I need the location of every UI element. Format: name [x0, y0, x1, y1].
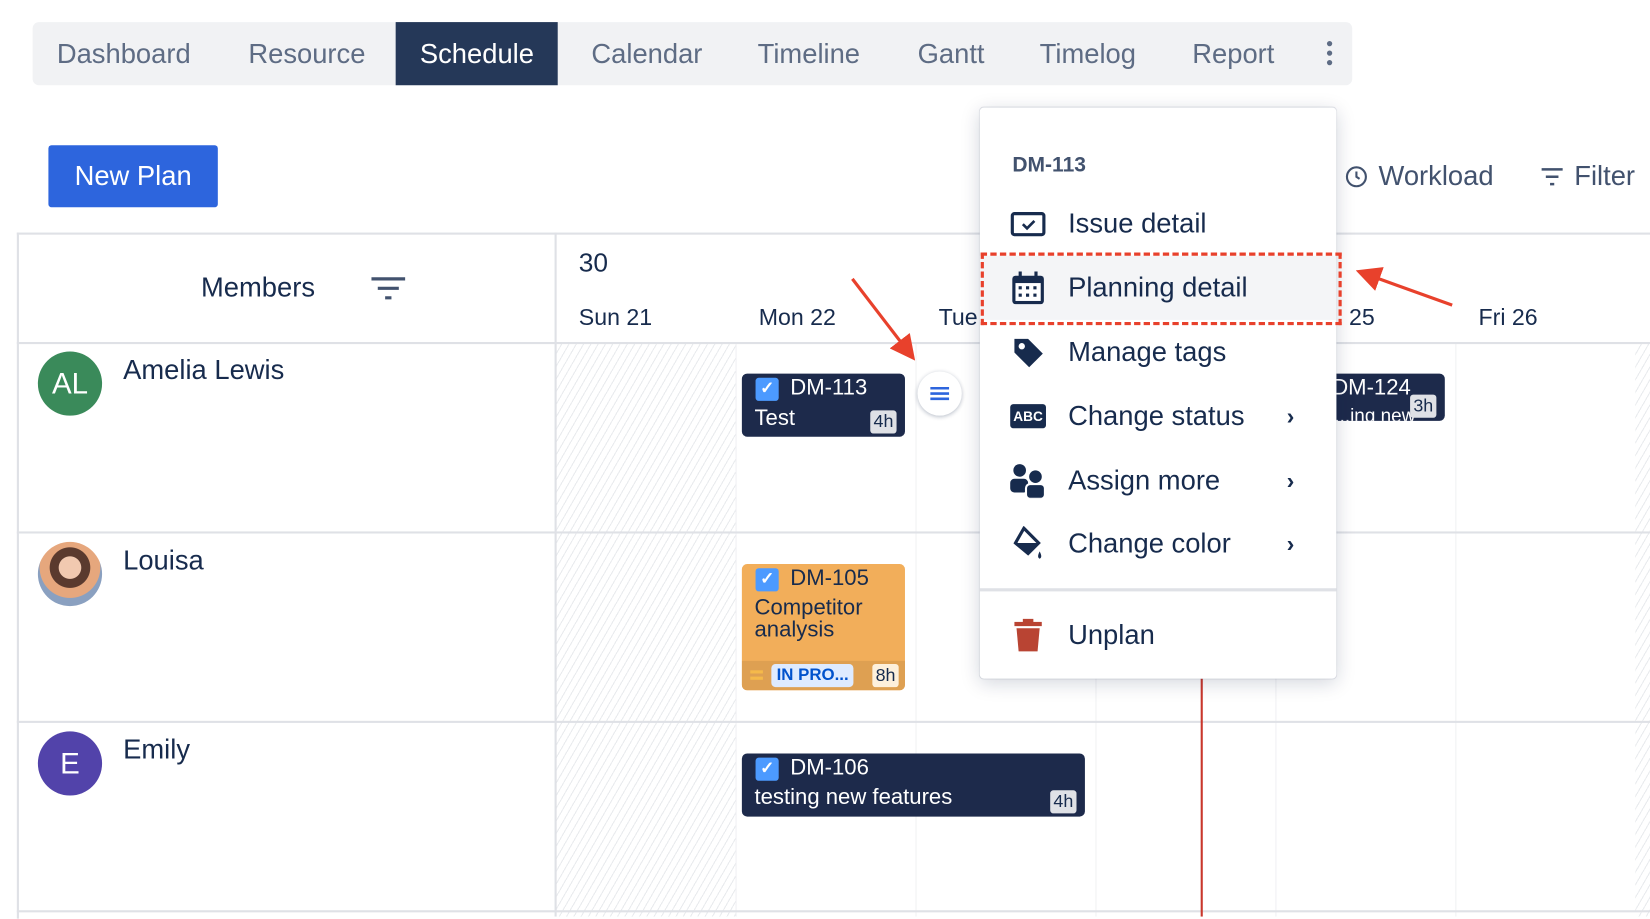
tag-icon — [1014, 338, 1043, 367]
weekend-column — [555, 343, 736, 917]
day-header: 25 — [1349, 304, 1375, 331]
menu-item-manage-tags[interactable]: Manage tags — [980, 320, 1337, 384]
avatar: E — [37, 731, 103, 796]
menu-item-label: Change status — [1068, 399, 1245, 432]
weekend-column — [1635, 343, 1650, 917]
avatar: AL — [37, 351, 103, 416]
status-badge: IN PRO... — [771, 664, 854, 688]
tab-calendar[interactable]: Calendar — [591, 22, 702, 85]
filter-label: Filter — [1574, 159, 1636, 192]
tab-report[interactable]: Report — [1192, 22, 1274, 85]
priority-medium-icon — [750, 670, 763, 680]
tab-gantt[interactable]: Gantt — [918, 22, 985, 85]
menu-item-change-color[interactable]: Change color › — [980, 511, 1337, 575]
clock-icon — [1345, 165, 1367, 187]
checkbox-icon: ✓ — [755, 757, 779, 781]
tab-resource[interactable]: Resource — [248, 22, 365, 85]
menu-item-unplan[interactable]: Unplan — [980, 603, 1337, 667]
abc-icon: ABC — [1010, 404, 1047, 429]
checkbox-icon: ✓ — [755, 568, 779, 592]
chevron-right-icon: › — [1286, 466, 1295, 494]
members-header: Members — [200, 271, 316, 304]
task-summary: Competitor analysis — [754, 595, 863, 642]
day-header: Fri 26 — [1478, 304, 1538, 331]
workload-button[interactable]: Workload — [1345, 160, 1494, 193]
issue-check-icon — [1010, 211, 1046, 236]
members-filter-icon[interactable] — [370, 276, 406, 301]
day-header: Tue — [938, 304, 978, 331]
task-key: DM-105 — [790, 566, 869, 591]
hours-badge: 8h — [872, 664, 899, 688]
task-summary: Test — [754, 406, 796, 431]
task-card[interactable]: ✓ DM-106 testing new features 4h — [741, 753, 1085, 817]
menu-lines-icon — [930, 387, 950, 401]
menu-item-issue-detail[interactable]: Issue detail — [980, 192, 1337, 256]
avatar — [37, 541, 103, 607]
workload-label: Workload — [1378, 159, 1494, 192]
task-card[interactable]: ✓ DM-113 Test 4h — [741, 373, 905, 437]
context-menu: DM-113 Issue detail Planning detail Mana… — [979, 107, 1337, 679]
menu-item-assign-more[interactable]: Assign more › — [980, 448, 1337, 512]
people-icon — [1010, 463, 1046, 499]
main-tabs: Dashboard Resource Schedule Calendar Tim… — [32, 22, 1353, 86]
chevron-right-icon: › — [1286, 529, 1295, 557]
menu-item-change-status[interactable]: ABC Change status › — [980, 384, 1337, 448]
highlight-annotation — [980, 252, 1342, 326]
tab-dashboard[interactable]: Dashboard — [57, 22, 191, 85]
filter-button[interactable]: Filter — [1541, 160, 1635, 193]
menu-title: DM-113 — [1012, 153, 1087, 177]
menu-item-label: Unplan — [1068, 618, 1155, 651]
task-key: DM-113 — [790, 375, 868, 400]
filter-icon — [1541, 167, 1563, 185]
menu-item-label: Issue detail — [1068, 207, 1207, 239]
task-key: DM-106 — [790, 755, 869, 780]
task-summary: ...ing new — [1334, 405, 1416, 421]
new-plan-button[interactable]: New Plan — [48, 145, 218, 208]
chevron-right-icon: › — [1286, 402, 1295, 429]
task-summary: testing new features — [754, 785, 953, 810]
member-name: Emily — [123, 733, 191, 766]
menu-item-label: Change color — [1068, 527, 1231, 559]
menu-item-label: Manage tags — [1068, 335, 1227, 368]
menu-item-label: Assign more — [1068, 464, 1221, 496]
hours-badge: 3h — [1410, 394, 1437, 418]
member-name: Louisa — [123, 544, 204, 576]
more-tabs-icon[interactable] — [1323, 41, 1336, 68]
paint-bucket-icon — [1013, 525, 1042, 559]
member-name: Amelia Lewis — [123, 353, 285, 386]
trash-icon — [1014, 618, 1042, 651]
checkbox-icon: ✓ — [755, 377, 779, 401]
tab-schedule[interactable]: Schedule — [395, 22, 559, 86]
tab-timeline[interactable]: Timeline — [758, 22, 860, 85]
hours-badge: 4h — [870, 410, 897, 434]
card-menu-button[interactable] — [917, 371, 962, 416]
menu-divider — [979, 588, 1337, 592]
day-header: Mon 22 — [758, 304, 836, 331]
hours-badge: 4h — [1050, 790, 1077, 814]
week-number: 30 — [578, 248, 609, 278]
task-card[interactable]: ✓ DM-105 Competitor analysis IN PRO... 8… — [741, 564, 905, 691]
tab-timelog[interactable]: Timelog — [1040, 22, 1136, 85]
day-header: Sun 21 — [578, 304, 653, 331]
task-key: DM-124 — [1332, 375, 1411, 400]
column-divider — [554, 232, 557, 917]
